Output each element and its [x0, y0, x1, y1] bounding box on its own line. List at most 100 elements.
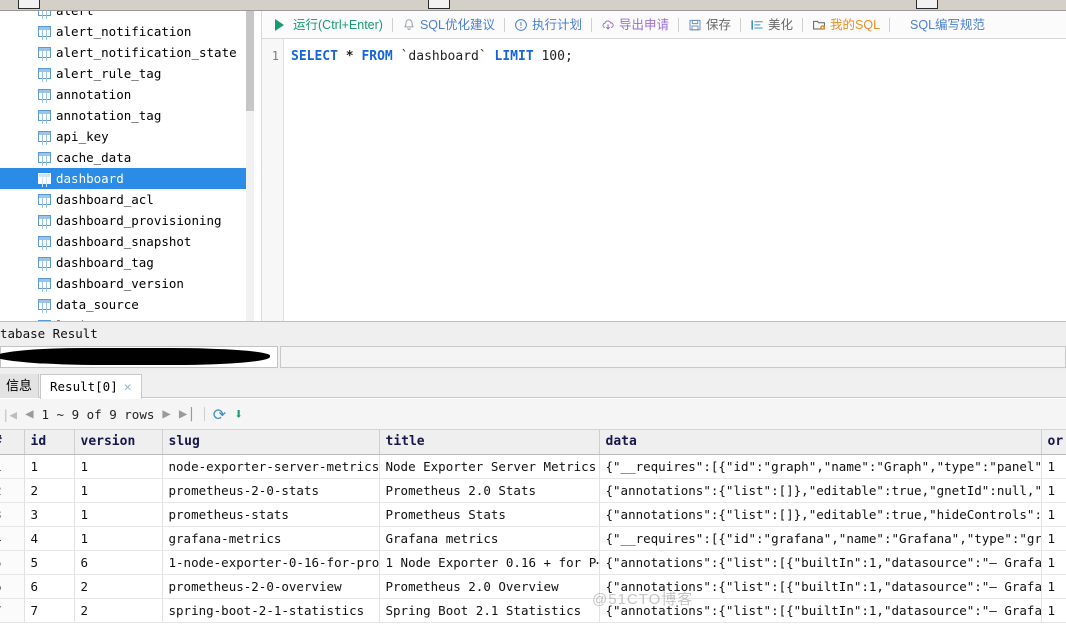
cell-data[interactable]: {"annotations":{"list":[{"builtIn":1,"da…	[599, 574, 1042, 599]
tree-item-table[interactable]: alert	[0, 11, 246, 21]
table-row[interactable]: 5 5 6 1-node-exporter-0-16-for-pro⋯ 1 No…	[0, 550, 1066, 575]
result-secondary-field[interactable]	[280, 346, 1066, 368]
cell-slug[interactable]: spring-boot-2-1-statistics	[162, 598, 380, 623]
cell-org[interactable]: 1	[1041, 574, 1066, 599]
tree-item-table[interactable]: alert_notification	[0, 21, 246, 42]
sql-optimize-button[interactable]: SQL优化建议	[395, 12, 502, 38]
cell-title[interactable]: Prometheus Stats	[379, 502, 600, 527]
explain-plan-button[interactable]: 执行计划	[507, 12, 589, 38]
cell-id[interactable]: 2	[24, 478, 75, 503]
refresh-icon[interactable]: ⟳	[213, 405, 226, 424]
export-icon[interactable]: ⬇	[234, 405, 243, 423]
export-request-button[interactable]: 导出申请	[594, 12, 676, 38]
next-page-icon[interactable]: ▶	[162, 406, 170, 422]
cell-version[interactable]: 1	[74, 502, 163, 527]
tree-item-table[interactable]: dashboard_snapshot	[0, 231, 246, 252]
cell-version[interactable]: 1	[74, 454, 163, 479]
cell-id[interactable]: 5	[24, 550, 75, 575]
tree-item-table[interactable]: dashboard_tag	[0, 252, 246, 273]
save-button[interactable]: 保存	[681, 12, 738, 38]
cell-id[interactable]: 4	[24, 526, 75, 551]
tab-result-0[interactable]: Result[0] ✕	[40, 374, 142, 399]
run-button[interactable]: 运行(Ctrl+Enter)	[268, 12, 390, 38]
tab-info[interactable]: 信息	[0, 374, 40, 398]
prev-page-icon[interactable]: ◀	[25, 406, 33, 422]
cell-version[interactable]: 6	[74, 550, 163, 575]
tree-item-table[interactable]: dashboard_provisioning	[0, 210, 246, 231]
cell-org[interactable]: 1	[1041, 454, 1066, 479]
cell-slug[interactable]: prometheus-2-0-overview	[162, 574, 380, 599]
cell-data[interactable]: {"__requires":[{"id":"graph","name":"Gra…	[599, 454, 1042, 479]
mini-tab-2[interactable]	[428, 0, 450, 9]
cell-data[interactable]: {"annotations":{"list":[{"builtIn":1,"da…	[599, 598, 1042, 623]
cell-version[interactable]: 1	[74, 478, 163, 503]
cell-title[interactable]: 1 Node Exporter 0.16 + for P⋯	[379, 550, 600, 575]
cell-title[interactable]: Spring Boot 2.1 Statistics	[379, 598, 600, 623]
sql-code-area[interactable]: SELECT * FROM `dashboard` LIMIT 100;	[285, 39, 1066, 321]
tree-scrollbar[interactable]	[246, 11, 254, 321]
column-header-slug[interactable]: slug	[162, 430, 380, 455]
tree-scrollbar-thumb[interactable]	[246, 11, 254, 111]
cell-version[interactable]: 2	[74, 598, 163, 623]
tree-item-table[interactable]: api_key	[0, 126, 246, 147]
column-header-version[interactable]: version	[74, 430, 163, 455]
mini-tab-1[interactable]	[18, 0, 40, 9]
cell-slug[interactable]: 1-node-exporter-0-16-for-pro⋯	[162, 550, 380, 575]
cell-version[interactable]: 1	[74, 526, 163, 551]
cell-title[interactable]: Prometheus 2.0 Stats	[379, 478, 600, 503]
table-icon	[38, 173, 51, 185]
cell-data[interactable]: {"__requires":[{"id":"grafana","name":"G…	[599, 526, 1042, 551]
table-row[interactable]: 2 2 1 prometheus-2-0-stats Prometheus 2.…	[0, 478, 1066, 503]
cell-slug[interactable]: prometheus-2-0-stats	[162, 478, 380, 503]
tree-item-dashboard-selected[interactable]: dashboard	[0, 168, 246, 189]
tree-item-table[interactable]: alert_notification_state	[0, 42, 246, 63]
column-header-data[interactable]: data	[599, 430, 1042, 455]
cell-org[interactable]: 1	[1041, 478, 1066, 503]
table-row[interactable]: 4 4 1 grafana-metrics Grafana metrics {"…	[0, 526, 1066, 551]
close-icon[interactable]: ✕	[124, 380, 132, 395]
tree-item-table[interactable]: alert_rule_tag	[0, 63, 246, 84]
cell-org[interactable]: 1	[1041, 526, 1066, 551]
my-sql-button[interactable]: 我的SQL	[805, 12, 887, 38]
tree-item-label: data_source	[56, 297, 139, 312]
cell-data[interactable]: {"annotations":{"list":[{"builtIn":1,"da…	[599, 550, 1042, 575]
mini-tab-3[interactable]	[916, 0, 938, 9]
cell-title[interactable]: Grafana metrics	[379, 526, 600, 551]
first-page-icon[interactable]: |◀	[2, 407, 17, 422]
pane-divider[interactable]	[254, 11, 262, 321]
tree-item-table[interactable]: data_source	[0, 294, 246, 315]
sql-spec-link[interactable]: SQL编写规范	[892, 12, 992, 38]
column-header-num[interactable]: #	[0, 430, 25, 455]
cell-data[interactable]: {"annotations":{"list":[]},"editable":tr…	[599, 502, 1042, 527]
cell-id[interactable]: 1	[24, 454, 75, 479]
cell-version[interactable]: 2	[74, 574, 163, 599]
cell-slug[interactable]: prometheus-stats	[162, 502, 380, 527]
table-tree[interactable]: alert alert_notification alert_notificat…	[0, 11, 246, 321]
column-header-org[interactable]: or	[1041, 430, 1066, 455]
cell-org[interactable]: 1	[1041, 550, 1066, 575]
cell-data[interactable]: {"annotations":{"list":[]},"editable":tr…	[599, 478, 1042, 503]
cell-org[interactable]: 1	[1041, 502, 1066, 527]
tree-item-table[interactable]: dashboard_acl	[0, 189, 246, 210]
cell-title[interactable]: Node Exporter Server Metrics	[379, 454, 600, 479]
tree-item-table[interactable]: annotation_tag	[0, 105, 246, 126]
cell-id[interactable]: 6	[24, 574, 75, 599]
cell-id[interactable]: 3	[24, 502, 75, 527]
beautify-button[interactable]: 美化	[743, 12, 800, 38]
table-row[interactable]: 3 3 1 prometheus-stats Prometheus Stats …	[0, 502, 1066, 527]
column-header-id[interactable]: id	[24, 430, 75, 455]
tree-item-table[interactable]: cache_data	[0, 147, 246, 168]
cell-title[interactable]: Prometheus 2.0 Overview	[379, 574, 600, 599]
tree-item-table[interactable]: dashboard_version	[0, 273, 246, 294]
result-grid[interactable]: # id version slug title data or 1 1 1 no…	[0, 430, 1066, 624]
cell-org[interactable]: 1	[1041, 598, 1066, 623]
cell-id[interactable]: 7	[24, 598, 75, 623]
column-header-title[interactable]: title	[379, 430, 600, 455]
table-row[interactable]: 7 7 2 spring-boot-2-1-statistics Spring …	[0, 598, 1066, 623]
last-page-icon[interactable]: ▶|	[179, 406, 196, 422]
table-row[interactable]: 1 1 1 node-exporter-server-metrics Node …	[0, 454, 1066, 479]
cell-slug[interactable]: node-exporter-server-metrics	[162, 454, 380, 479]
tree-item-table[interactable]: annotation	[0, 84, 246, 105]
cell-slug[interactable]: grafana-metrics	[162, 526, 380, 551]
table-row[interactable]: 6 6 2 prometheus-2-0-overview Prometheus…	[0, 574, 1066, 599]
